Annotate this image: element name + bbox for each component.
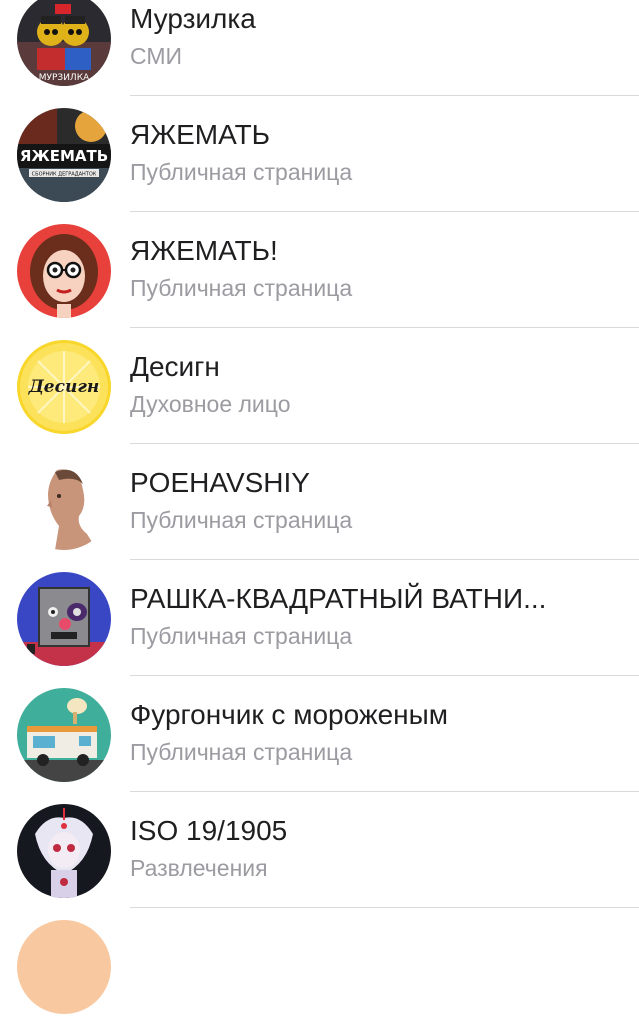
- ice-cream-truck-avatar-icon: [17, 688, 111, 782]
- community-name: ЯЖЕМАТЬ: [130, 119, 271, 150]
- community-name: ЯЖЕМАТЬ!: [130, 235, 278, 266]
- community-subtitle: СМИ: [130, 43, 183, 69]
- anime-girl-avatar-icon: [17, 804, 111, 898]
- community-subtitle: Публичная страница: [130, 275, 353, 301]
- community-name: Фургончик с мороженым: [130, 699, 449, 730]
- yazhemat-avatar-subbanner: СБОРНИК ДЕГРАДАНТОК: [32, 172, 97, 178]
- community-name: РАШКА-КВАДРАТНЫЙ ВАТНИ...: [130, 583, 547, 614]
- community-name: Мурзилка: [130, 3, 256, 34]
- community-name: ISO 19/1905: [130, 815, 288, 846]
- list-item-partial[interactable]: [0, 908, 639, 1024]
- list-item-yazhemat[interactable]: ЯЖЕМАТЬ СБОРНИК ДЕГРАДАНТОК ЯЖЕМАТЬ Публ…: [0, 96, 639, 212]
- community-subtitle: Развлечения: [130, 855, 268, 881]
- lemon-avatar-icon: Десигн: [17, 340, 111, 434]
- lemon-avatar-word: Десигн: [28, 377, 100, 397]
- partial-avatar-icon: [17, 920, 111, 1014]
- list-item-iso[interactable]: ISO 19/1905 Развлечения: [0, 792, 639, 908]
- man-profile-avatar-icon: [17, 456, 111, 550]
- community-subtitle: Духовное лицо: [130, 391, 291, 417]
- list-item-poehavshiy[interactable]: POEHAVSHIY Публичная страница: [0, 444, 639, 560]
- list-item-rashka[interactable]: РАШКА-КВАДРАТНЫЙ ВАТНИ... Публичная стра…: [0, 560, 639, 676]
- square-face-avatar-icon: [17, 572, 111, 666]
- yazhemat-avatar-banner: ЯЖЕМАТЬ: [20, 147, 108, 165]
- community-subtitle: Публичная страница: [130, 739, 353, 765]
- list-item-ice-cream-truck[interactable]: Фургончик с мороженым Публичная страница: [0, 676, 639, 792]
- community-subtitle: Публичная страница: [130, 623, 353, 649]
- yazhemat-avatar-icon: ЯЖЕМАТЬ СБОРНИК ДЕГРАДАНТОК: [17, 108, 111, 202]
- community-list: МУРЗИЛКА Мурзилка СМИ ЯЖЕМАТЬ СБОРНИК ДЕ…: [0, 0, 639, 1024]
- list-item-yazhemat-2[interactable]: ЯЖЕМАТЬ! Публичная страница: [0, 212, 639, 328]
- community-subtitle: Публичная страница: [130, 507, 353, 533]
- community-name: POEHAVSHIY: [130, 467, 310, 498]
- community-subtitle: Публичная страница: [130, 159, 353, 185]
- murzilka-avatar-icon: МУРЗИЛКА: [17, 0, 111, 86]
- cartoon-woman-avatar-icon: [17, 224, 111, 318]
- community-name: Десигн: [130, 351, 220, 382]
- murzilka-avatar-caption: МУРЗИЛКА: [39, 73, 90, 83]
- list-item-murzilka[interactable]: МУРЗИЛКА Мурзилка СМИ: [0, 0, 639, 96]
- list-item-desigh[interactable]: Десигн Десигн Духовное лицо: [0, 328, 639, 444]
